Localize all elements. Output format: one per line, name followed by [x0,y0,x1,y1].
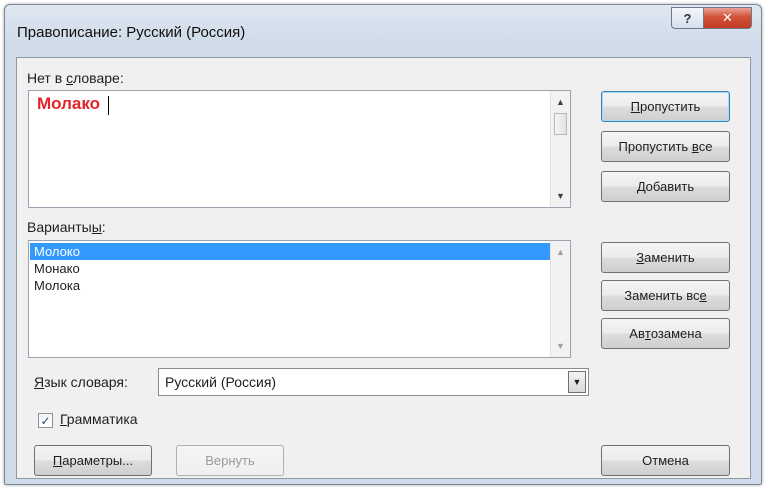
not-in-dictionary-textbox[interactable]: Молако ▲ ▼ [28,90,571,208]
suggestions-scrollbar[interactable]: ▲ ▼ [550,241,570,357]
change-all-button[interactable]: Заменить вс е [601,280,730,311]
undo-button: Вернуть [176,445,284,476]
suggestion-item[interactable]: Молоко [30,243,552,260]
ignore-all-button[interactable]: Пропустить в се [601,131,730,162]
ignore-button[interactable]: Пропустить [601,91,730,122]
help-button[interactable]: ? [671,7,704,29]
scroll-up-arrow-icon[interactable]: ▲ [551,243,570,261]
add-to-dictionary-button[interactable]: Добавить [601,171,730,202]
close-button[interactable]: ✕ [703,7,752,29]
dictionary-language-select[interactable]: Русский (Россия) ▼ [158,368,589,396]
suggestions-label: Вариантыы: [27,219,106,235]
scroll-down-arrow-icon[interactable]: ▼ [551,187,570,205]
scroll-up-arrow-icon[interactable]: ▲ [551,93,570,111]
help-icon: ? [683,10,692,26]
scroll-down-arrow-icon[interactable]: ▼ [551,337,570,355]
suggestion-item[interactable]: Молока [30,277,552,294]
scroll-thumb[interactable] [554,113,567,135]
spelling-dialog: Правописание: Русский (Россия) ? ✕ Нет в… [4,4,762,485]
dropdown-arrow-icon[interactable]: ▼ [568,371,586,393]
grammar-checkbox[interactable]: ✓ [38,413,53,428]
options-button[interactable]: Параметры... [34,445,152,476]
not-in-dictionary-scrollbar[interactable]: ▲ ▼ [550,91,570,207]
dictionary-language-value: Русский (Россия) [165,374,277,390]
dictionary-language-label: Язык словаря: [34,374,128,390]
checkmark-icon: ✓ [40,413,51,428]
text-caret [108,96,109,115]
misspelled-word: Молако [37,94,101,113]
suggestions-listbox[interactable]: Молоко Монако Молока ▲ ▼ [28,240,571,358]
not-in-dictionary-label: Нет в словаре: [27,70,124,86]
dialog-title: Правописание: Русский (Россия) [17,24,246,41]
close-icon: ✕ [722,10,733,25]
suggestion-item[interactable]: Монако [30,260,552,277]
dialog-body: Нет в словаре: Молако ▲ ▼ Вариантыы: Мол… [16,57,751,479]
grammar-label[interactable]: Грамматика [60,411,138,427]
title-bar[interactable]: Правописание: Русский (Россия) ? ✕ [5,5,761,57]
change-button[interactable]: Заменить [601,242,730,273]
cancel-button[interactable]: Отмена [601,445,730,476]
autocorrect-button[interactable]: Ав т озамена [601,318,730,349]
